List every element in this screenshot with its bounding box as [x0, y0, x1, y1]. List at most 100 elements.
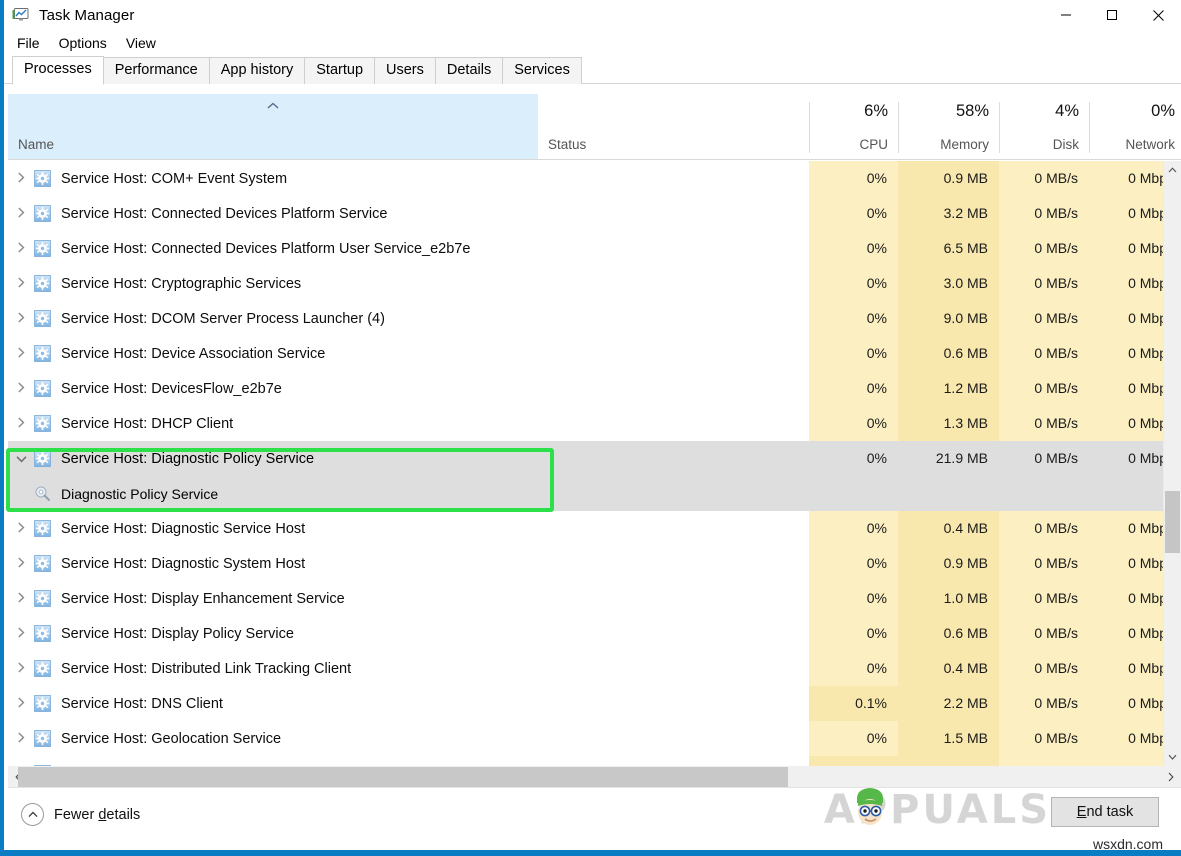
- column-header-status[interactable]: Status: [538, 94, 809, 159]
- chevron-right-icon[interactable]: [8, 172, 34, 185]
- table-row[interactable]: Service Host: Distributed Link Tracking …: [8, 651, 1181, 686]
- chevron-right-icon[interactable]: [8, 732, 34, 745]
- process-name-cell[interactable]: Service Host: Diagnostic Policy Service: [8, 441, 809, 476]
- table-row[interactable]: Service Host: COM+ Event System 0% 0.9 MB 0…: [8, 161, 1181, 196]
- tab-performance[interactable]: Performance: [102, 57, 210, 84]
- chevron-right-icon[interactable]: [8, 207, 34, 220]
- chevron-right-icon[interactable]: [8, 592, 34, 605]
- scroll-right-icon[interactable]: [1161, 766, 1181, 788]
- process-child-row[interactable]: Diagnostic Policy Service: [8, 476, 1181, 511]
- process-name-cell[interactable]: Service Host: Connected Devices Platform…: [8, 231, 809, 266]
- table-row[interactable]: Service Host: Cryptographic Services 0% 3.…: [8, 266, 1181, 301]
- menu-item-file[interactable]: File: [13, 33, 49, 53]
- chevron-right-icon[interactable]: [8, 277, 34, 290]
- network-total-pct: 0%: [1151, 102, 1175, 120]
- chevron-right-icon[interactable]: [8, 382, 34, 395]
- table-row[interactable]: Service Host: Diagnostic Policy Service 0…: [8, 441, 1181, 476]
- process-name-cell[interactable]: Service Host: DHCP Client: [8, 406, 809, 441]
- close-icon[interactable]: [1135, 0, 1181, 30]
- process-name-cell[interactable]: Service Host: IKE and AuthIP IPsec Keyin…: [8, 756, 809, 766]
- process-name-cell[interactable]: Service Host: Diagnostic System Host: [8, 546, 809, 581]
- tab-startup[interactable]: Startup: [304, 57, 376, 84]
- tab-processes[interactable]: Processes: [12, 56, 104, 85]
- process-list[interactable]: Service Host: COM+ Event System 0% 0.9 MB 0…: [8, 161, 1181, 766]
- chevron-right-icon[interactable]: [8, 627, 34, 640]
- column-header-network[interactable]: 0% Network: [1089, 94, 1181, 159]
- header-divider[interactable]: [1089, 102, 1090, 153]
- service-host-gear-icon: [34, 310, 51, 327]
- vertical-scrollbar[interactable]: [1163, 161, 1181, 766]
- service-host-gear-icon: [34, 415, 51, 432]
- process-name-cell[interactable]: Service Host: Device Association Service: [8, 336, 809, 371]
- table-row[interactable]: Service Host: DCOM Server Process Launch…: [8, 301, 1181, 336]
- process-name-cell[interactable]: Service Host: Connected Devices Platform…: [8, 196, 809, 231]
- horizontal-scrollbar[interactable]: [8, 766, 1181, 788]
- header-divider[interactable]: [999, 102, 1000, 153]
- process-name-cell[interactable]: Service Host: DCOM Server Process Launch…: [8, 301, 809, 336]
- table-row[interactable]: Service Host: DNS Client 0.1% 2.2 MB 0 MB/s…: [8, 686, 1181, 721]
- tab-app-history[interactable]: App history: [208, 57, 306, 84]
- cell-cpu: 0%: [809, 301, 898, 336]
- cell-memory: 2.2 MB: [898, 686, 999, 721]
- sort-ascending-icon: [267, 100, 280, 112]
- cell-disk: 0 MB/s: [999, 196, 1089, 231]
- process-name-cell[interactable]: Diagnostic Policy Service: [8, 476, 835, 511]
- tab-users[interactable]: Users: [374, 57, 436, 84]
- cell-disk: 0 MB/s: [999, 511, 1089, 546]
- column-header-cpu[interactable]: 6% CPU: [809, 94, 898, 159]
- chevron-right-icon[interactable]: [8, 522, 34, 535]
- process-name-cell[interactable]: Service Host: DNS Client: [8, 686, 809, 721]
- horizontal-scrollbar-thumb[interactable]: [18, 767, 788, 787]
- chevron-right-icon[interactable]: [8, 347, 34, 360]
- memory-total-pct: 58%: [955, 102, 989, 120]
- process-name-cell[interactable]: Service Host: Geolocation Service: [8, 721, 809, 756]
- table-row[interactable]: Service Host: IKE and AuthIP IPsec Keyin…: [8, 756, 1181, 766]
- column-header-disk[interactable]: 4% Disk: [999, 94, 1089, 159]
- chevron-right-icon[interactable]: [8, 417, 34, 430]
- chevron-right-icon[interactable]: [8, 557, 34, 570]
- column-header-memory[interactable]: 58% Memory: [898, 94, 999, 159]
- menu-item-options[interactable]: Options: [55, 33, 116, 53]
- table-row[interactable]: Service Host: Display Policy Service 0% 0.…: [8, 616, 1181, 651]
- end-task-button[interactable]: End task: [1051, 797, 1159, 827]
- table-row[interactable]: Service Host: Connected Devices Platform…: [8, 196, 1181, 231]
- menu-item-view[interactable]: View: [122, 33, 165, 53]
- fewer-details-button[interactable]: Fewer details: [21, 803, 140, 826]
- process-name-cell[interactable]: Service Host: Cryptographic Services: [8, 266, 809, 301]
- table-row[interactable]: Service Host: Diagnostic Service Host 0% 0…: [8, 511, 1181, 546]
- tab-services[interactable]: Services: [502, 57, 582, 84]
- process-name-cell[interactable]: Service Host: Display Enhancement Servic…: [8, 581, 809, 616]
- cell-memory: 0.4 MB: [898, 651, 999, 686]
- chevron-right-icon[interactable]: [8, 662, 34, 675]
- scroll-down-icon[interactable]: [1164, 748, 1181, 766]
- process-name-cell[interactable]: Service Host: Distributed Link Tracking …: [8, 651, 809, 686]
- chevron-right-icon[interactable]: [8, 697, 34, 710]
- vertical-scrollbar-thumb[interactable]: [1165, 491, 1180, 553]
- table-row[interactable]: Service Host: Geolocation Service 0% 1.5 M…: [8, 721, 1181, 756]
- header-divider[interactable]: [898, 102, 899, 153]
- process-name: Service Host: DCOM Server Process Launch…: [61, 310, 385, 327]
- cell-disk: 0 MB/s: [999, 231, 1089, 266]
- process-name-cell[interactable]: Service Host: DevicesFlow_e2b7e: [8, 371, 809, 406]
- table-row[interactable]: Service Host: Display Enhancement Servic…: [8, 581, 1181, 616]
- chevron-right-icon[interactable]: [8, 312, 34, 325]
- maximize-icon[interactable]: [1089, 0, 1135, 30]
- process-name-cell[interactable]: Service Host: COM+ Event System: [8, 161, 809, 196]
- service-host-gear-icon: [34, 450, 51, 467]
- table-row[interactable]: Service Host: DHCP Client 0% 1.3 MB 0 MB/s 0…: [8, 406, 1181, 441]
- column-header-name[interactable]: Name: [8, 94, 538, 159]
- task-manager-window: Task Manager File Options View Processes…: [0, 0, 1181, 856]
- minimize-icon[interactable]: [1043, 0, 1089, 30]
- cell-memory: 3.2 MB: [898, 196, 999, 231]
- header-divider[interactable]: [809, 102, 810, 153]
- table-row[interactable]: Service Host: Diagnostic System Host 0% 0.…: [8, 546, 1181, 581]
- table-row[interactable]: Service Host: DevicesFlow_e2b7e 0% 1.2 MB 0…: [8, 371, 1181, 406]
- table-row[interactable]: Service Host: Connected Devices Platform…: [8, 231, 1181, 266]
- table-row[interactable]: Service Host: Device Association Service…: [8, 336, 1181, 371]
- tab-details[interactable]: Details: [434, 57, 504, 84]
- chevron-down-icon[interactable]: [8, 452, 34, 465]
- process-name-cell[interactable]: Service Host: Diagnostic Service Host: [8, 511, 809, 546]
- chevron-right-icon[interactable]: [8, 242, 34, 255]
- process-name-cell[interactable]: Service Host: Display Policy Service: [8, 616, 809, 651]
- scroll-up-icon[interactable]: [1164, 161, 1181, 179]
